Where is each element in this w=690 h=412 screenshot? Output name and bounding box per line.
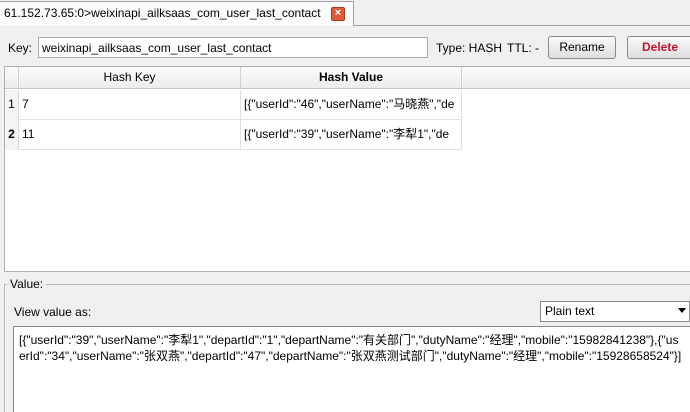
view-as-selected: Plain text: [545, 304, 595, 318]
hash-value-cell[interactable]: [{"userId":"39","userName":"李犁1","de: [241, 120, 462, 150]
table-header: Hash Key Hash Value: [5, 67, 690, 89]
view-as-label: View value as:: [14, 305, 92, 319]
ttl-label: TTL: -: [507, 41, 539, 55]
hash-value-cell[interactable]: [{"userId":"46","userName":"马晓燕","de: [241, 90, 462, 120]
type-label: Type: HASH: [436, 41, 503, 55]
table-row[interactable]: 2 11 [{"userId":"39","userName":"李犁1","d…: [5, 120, 462, 150]
key-toolbar: Key: Type: HASH TTL: - Rename Delete: [0, 36, 690, 60]
row-number: 1: [5, 90, 19, 120]
hash-key-cell[interactable]: 11: [19, 120, 241, 150]
row-number-header: [5, 67, 19, 89]
close-icon[interactable]: ×: [331, 7, 345, 21]
rename-button[interactable]: Rename: [548, 36, 616, 59]
view-as-select[interactable]: Plain text: [540, 301, 690, 322]
key-label: Key:: [8, 41, 33, 55]
hash-key-header[interactable]: Hash Key: [19, 67, 241, 89]
tab-key-editor[interactable]: 61.152.73.65:0>weixinapi_ailksaas_com_us…: [0, 1, 354, 26]
value-group-label: Value:: [7, 277, 47, 291]
delete-button[interactable]: Delete: [627, 36, 690, 59]
row-number: 2: [5, 120, 19, 150]
hash-value-header[interactable]: Hash Value: [241, 67, 462, 89]
hash-table: Hash Key Hash Value 1 7 [{"userId":"46",…: [4, 66, 690, 272]
tab-bar: 61.152.73.65:0>weixinapi_ailksaas_com_us…: [0, 0, 690, 26]
table-row[interactable]: 1 7 [{"userId":"46","userName":"马晓燕","de: [5, 90, 462, 120]
key-name-input[interactable]: [38, 37, 428, 58]
chevron-down-icon: [678, 308, 686, 313]
tab-title: 61.152.73.65:0>weixinapi_ailksaas_com_us…: [4, 6, 321, 20]
value-textarea[interactable]: [{"userId":"39","userName":"李犁1","depart…: [13, 326, 690, 412]
hash-key-cell[interactable]: 7: [19, 90, 241, 120]
